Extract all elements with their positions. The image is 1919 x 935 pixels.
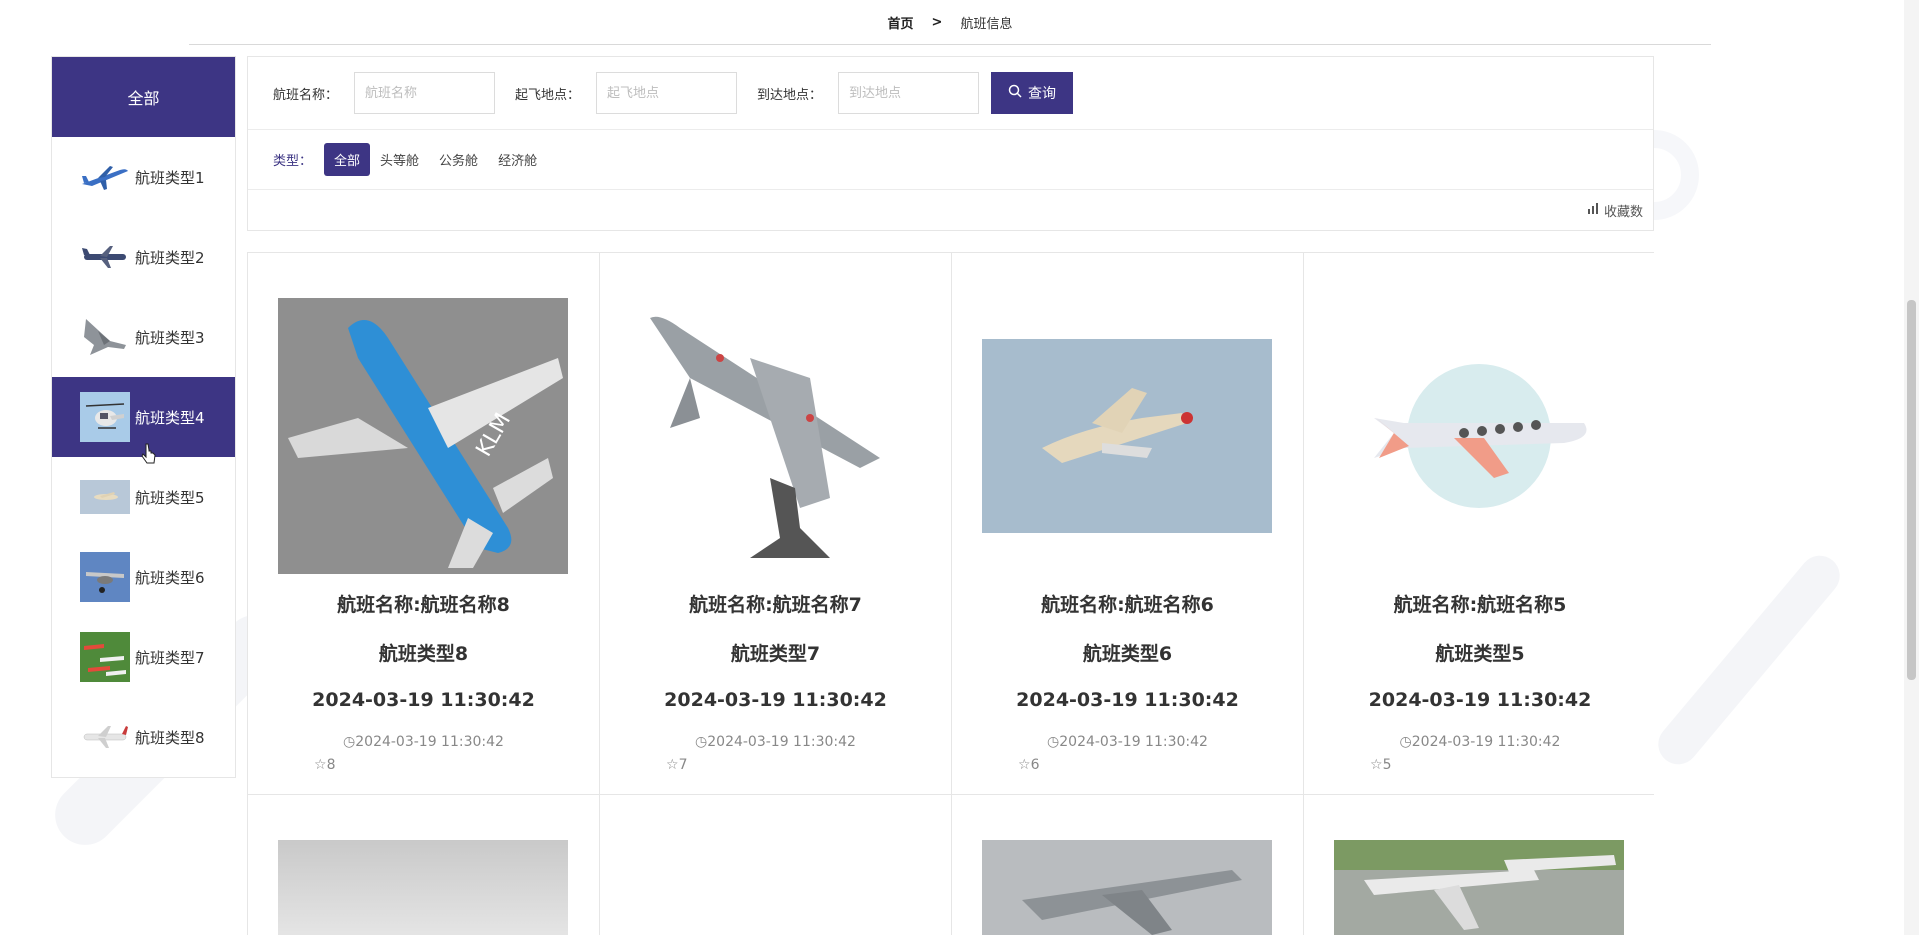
sidebar-item-type2[interactable]: 航班类型2 — [52, 217, 235, 297]
mouse-cursor-icon — [141, 443, 157, 469]
favorite-count: ☆8 — [314, 757, 336, 773]
flight-card[interactable]: 航班名称:航班名称5 航班类型5 2024-03-19 11:30:42 ◷20… — [1304, 253, 1656, 795]
flight-image — [982, 298, 1272, 574]
light-aircraft-thumbnail — [80, 472, 130, 522]
sidebar-item-label: 航班类型5 — [135, 488, 205, 507]
publish-time: ◷2024-03-19 11:30:42 — [1399, 734, 1561, 750]
flight-image — [278, 840, 568, 935]
type-filter-label: 类型： — [273, 154, 313, 169]
sidebar-item-type5[interactable]: 航班类型5 — [52, 457, 235, 537]
breadcrumb: 首页 > 航班信息 — [189, 0, 1711, 45]
sidebar-item-label: 航班类型6 — [135, 568, 205, 587]
flight-type: 航班类型8 — [378, 643, 469, 665]
flight-name-label: 航班名称： — [273, 87, 339, 103]
flight-name: 航班名称:航班名称5 — [1393, 594, 1567, 616]
publish-time: ◷2024-03-19 11:30:42 — [343, 734, 504, 750]
helicopter-thumbnail — [80, 392, 130, 442]
flight-time: 2024-03-19 11:30:42 — [1368, 689, 1592, 711]
sidebar-item-type7[interactable]: 航班类型7 — [52, 617, 235, 697]
background-decoration — [1650, 547, 1848, 773]
flight-card[interactable]: 航班名称:航班名称7 航班类型7 2024-03-19 11:30:42 ◷20… — [600, 253, 952, 795]
search-icon — [1008, 84, 1022, 102]
departure-input[interactable] — [596, 72, 738, 114]
category-sidebar: 全部 航班类型1 航班类型2 航班类型3 航班类型4 航班类型5 航班类型6 航… — [51, 56, 236, 778]
scrollbar-thumb[interactable] — [1907, 300, 1916, 680]
flight-name: 航班名称:航班名称8 — [337, 594, 510, 616]
type-option-first-class[interactable]: 头等舱 — [370, 143, 429, 176]
page-scrollbar[interactable] — [1904, 0, 1919, 935]
star-icon: ☆ — [666, 757, 679, 773]
star-icon: ☆ — [314, 757, 327, 773]
bar-chart-icon — [1587, 202, 1600, 218]
flight-card[interactable] — [600, 795, 952, 935]
airliner-thumbnail — [80, 712, 130, 762]
arrival-input[interactable] — [838, 72, 980, 114]
type-filter-row: 类型： 全部 头等舱 公务舱 经济舱 — [248, 130, 1653, 190]
propeller-plane-thumbnail — [80, 552, 130, 602]
sidebar-item-type6[interactable]: 航班类型6 — [52, 537, 235, 617]
sidebar-item-type3[interactable]: 航班类型3 — [52, 297, 235, 377]
flight-image — [1334, 298, 1624, 574]
query-button[interactable]: 查询 — [991, 72, 1074, 114]
sidebar-item-label: 航班类型7 — [135, 648, 205, 667]
flight-card-grid: KLM 航班名称:航班名称8 航班类型8 2024-03-19 11:30:42… — [247, 252, 1656, 935]
flight-time: 2024-03-19 11:30:42 — [312, 689, 535, 711]
flight-card[interactable] — [1304, 795, 1656, 935]
flight-type: 航班类型7 — [730, 643, 821, 665]
breadcrumb-current: 航班信息 — [960, 16, 1013, 32]
flight-card[interactable]: 航班名称:航班名称6 航班类型6 2024-03-19 11:30:42 ◷20… — [952, 253, 1304, 795]
grid-row-divider — [247, 794, 1654, 795]
flight-time: 2024-03-19 11:30:42 — [664, 689, 887, 711]
aircraft-formation-thumbnail — [80, 632, 130, 682]
sidebar-item-type8[interactable]: 航班类型8 — [52, 697, 235, 777]
fighter-jet-thumbnail — [80, 312, 130, 362]
sidebar-item-label: 航班类型3 — [135, 328, 205, 347]
flight-image: KLM — [278, 298, 568, 574]
type-option-all[interactable]: 全部 — [324, 143, 371, 176]
sort-by-favorites-button[interactable]: 收藏数 — [248, 190, 1653, 230]
clock-icon: ◷ — [1047, 734, 1060, 750]
sidebar-item-type1[interactable]: 航班类型1 — [52, 137, 235, 217]
breadcrumb-separator: > — [931, 14, 943, 30]
sidebar-item-label: 航班类型2 — [135, 248, 205, 267]
star-icon: ☆ — [1370, 757, 1383, 773]
clock-icon: ◷ — [695, 734, 708, 750]
flight-card[interactable]: KLM 航班名称:航班名称8 航班类型8 2024-03-19 11:30:42… — [248, 253, 600, 795]
favorite-count: ☆6 — [1018, 757, 1040, 773]
sidebar-item-label: 航班类型4 — [135, 408, 205, 427]
star-icon: ☆ — [1018, 757, 1031, 773]
clock-icon: ◷ — [343, 734, 356, 750]
flight-name-input[interactable] — [354, 72, 496, 114]
departure-label: 起飞地点： — [515, 87, 581, 103]
arrival-label: 到达地点： — [757, 87, 823, 103]
airliner-thumbnail — [80, 152, 130, 202]
search-filter-panel: 航班名称： 起飞地点： 到达地点： 查询 类型： 全部 头等舱 公务舱 经济舱 … — [247, 56, 1654, 231]
airliner-thumbnail — [80, 232, 130, 282]
flight-name: 航班名称:航班名称7 — [689, 594, 862, 616]
flight-card[interactable] — [248, 795, 600, 935]
flight-image — [1334, 840, 1624, 935]
clock-icon: ◷ — [1399, 734, 1412, 750]
breadcrumb-home-link[interactable]: 首页 — [888, 13, 914, 32]
flight-card[interactable] — [952, 795, 1304, 935]
flight-name: 航班名称:航班名称6 — [1041, 594, 1214, 616]
flight-image — [630, 298, 920, 574]
sort-label: 收藏数 — [1603, 204, 1643, 220]
favorite-count: ☆7 — [666, 757, 688, 773]
sidebar-item-all[interactable]: 全部 — [52, 57, 235, 137]
flight-type: 航班类型5 — [1435, 643, 1525, 665]
flight-time: 2024-03-19 11:30:42 — [1016, 689, 1239, 711]
favorite-count: ☆5 — [1370, 757, 1392, 773]
type-option-business-class[interactable]: 公务舱 — [429, 143, 488, 176]
sidebar-item-label: 航班类型8 — [135, 728, 205, 747]
publish-time: ◷2024-03-19 11:30:42 — [1047, 734, 1208, 750]
query-button-label: 查询 — [1028, 86, 1057, 102]
publish-time: ◷2024-03-19 11:30:42 — [695, 734, 856, 750]
type-option-economy-class[interactable]: 经济舱 — [488, 143, 547, 176]
flight-type: 航班类型6 — [1082, 643, 1173, 665]
sidebar-item-label: 航班类型1 — [135, 168, 205, 187]
flight-image — [630, 840, 920, 935]
search-row: 航班名称： 起飞地点： 到达地点： 查询 — [248, 57, 1653, 130]
flight-image — [982, 840, 1272, 935]
